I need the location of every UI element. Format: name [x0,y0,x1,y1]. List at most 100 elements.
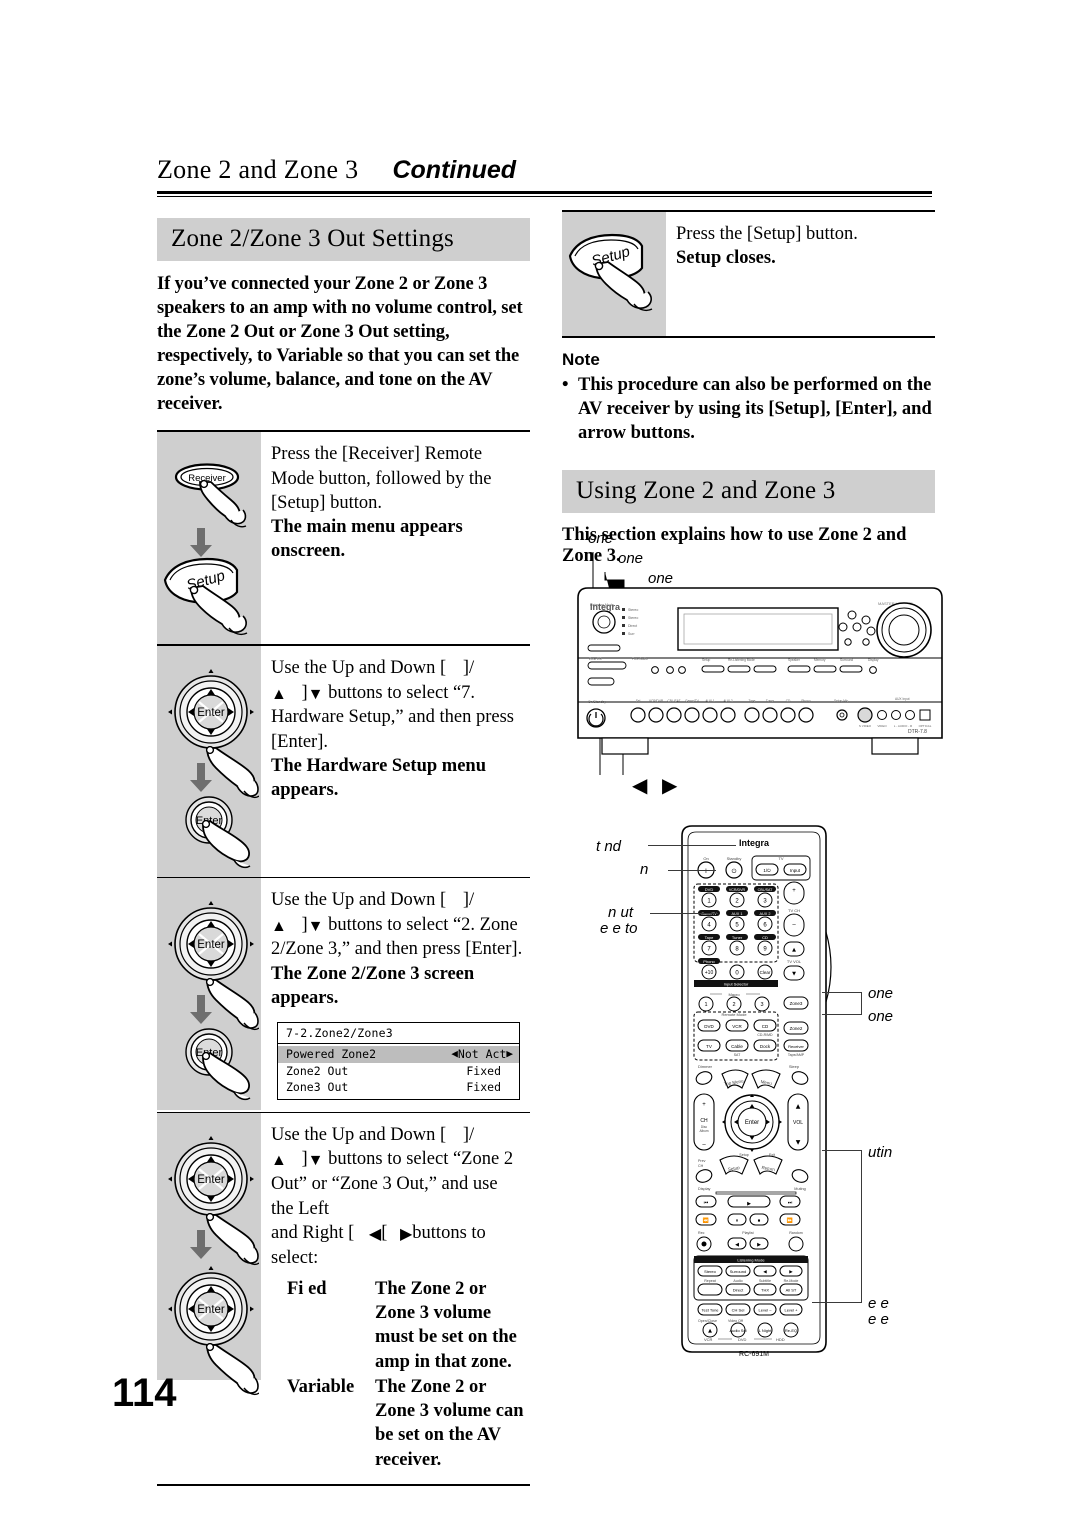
svg-text:DVD: DVD [704,1024,714,1029]
definition-term: Fi ed [287,1279,327,1299]
callout-line-zone-vertical [861,992,862,1014]
svg-text:VCR/DVR: VCR/DVR [729,888,746,892]
osd-row-key: Powered Zone2 [286,1047,377,1062]
step-3-body: Use the Up and Down [ ]/▲ ]▼ buttons to … [261,878,530,1112]
svg-text:Standby: Standby [727,856,742,861]
svg-text:CD: CD [786,699,791,703]
receiver-callout-1: one [588,530,614,547]
osd-screen: 7-2.Zone2/Zone3 Powered Zone2 ◀ Not Act … [277,1022,520,1101]
right-arrow-glyph: ▶ [399,1225,413,1243]
svg-text:VCR: VCR [704,1337,713,1342]
svg-text:Stereo: Stereo [628,616,638,620]
svg-text:THX: THX [761,1288,769,1293]
caret-left-icon[interactable]: ◀ [451,1046,458,1062]
setup-button-icon: Setup [161,554,257,640]
remote-callout-standby: t nd [596,838,622,855]
svg-text:Stereo: Stereo [704,1269,717,1274]
caret-right-icon[interactable]: ▶ [506,1046,513,1062]
svg-text:Tape: Tape [705,935,714,940]
svg-text:Receiver: Receiver [788,1044,804,1049]
step-1-icon-column: Receiver Setup [157,432,261,645]
osd-row-value: Fixed [466,1063,501,1078]
definition-term: Variable [287,1376,355,1397]
step-3-icon-column: Enter [157,878,261,1111]
svg-text:▶: ▶ [747,1201,751,1207]
svg-text:Level –: Level – [759,1308,773,1313]
step-5-icon-column: Setup [562,212,666,336]
down-arrow-icon [189,1230,213,1260]
svg-text:VIDEO: VIDEO [877,724,887,728]
svg-text:Re-EQ: Re-EQ [785,1328,797,1333]
svg-text:TV: TV [706,1044,712,1049]
down-arrow-icon [189,763,213,793]
svg-text:Audio Sel: Audio Sel [729,1328,746,1333]
svg-text:Display: Display [698,1187,711,1191]
right-column: Setup Press the [Setup] button. Setup cl… [562,210,935,567]
osd-row-powered-zone2[interactable]: Powered Zone2 ◀ Not Act ▶ [278,1046,519,1063]
svg-text:TV VOL: TV VOL [787,959,802,964]
svg-text:Input: Input [790,868,801,873]
svg-text:Album: Album [699,1129,708,1133]
svg-text:Zone3: Zone3 [790,1001,803,1006]
osd-row-value: Fixed [466,1079,501,1094]
svg-text:On/Standby: On/Standby [588,700,606,704]
svg-text:▶: ▶ [757,1242,761,1248]
svg-text:Direct: Direct [628,624,637,628]
left-column: Zone 2/Zone 3 Out Settings If you’ve con… [157,218,530,1486]
svg-text:Random: Random [789,1231,803,1235]
svg-text:Re-Listening Mode: Re-Listening Mode [728,658,755,662]
definition-fixed: Fi ed The Zone 2 or Zone 3 volume must b… [287,1277,524,1374]
svg-text:Dimmer: Dimmer [698,1064,713,1069]
callout-line-muting [822,1150,862,1151]
definition-desc: The Zone 2 or Zone 3 volume must be set … [375,1279,517,1372]
svg-text:Test Tone: Test Tone [701,1308,719,1313]
svg-text:HDD: HDD [776,1337,785,1342]
step-4-text-a: Use the Up and Down [ [271,1125,447,1146]
svg-text:+10: +10 [705,970,714,976]
step-5-instruction: Press the [Setup] button. [676,224,858,244]
setup-button-icon: Setup [566,230,662,320]
svg-text:AUX Input: AUX Input [895,697,910,701]
remote-callout-selector: e e to [600,920,638,937]
svg-text:Pure Audio: Pure Audio [632,657,648,661]
svg-text:Macro: Macro [728,992,740,997]
step-3-text-a: Use the Up and Down [ [271,890,447,911]
manual-page: Zone 2 and Zone 3 Continued Zone 2/Zone … [0,0,1080,1528]
svg-text:VOL: VOL [793,1120,803,1126]
definition-list: Fi ed The Zone 2 or Zone 3 volume must b… [271,1277,524,1472]
osd-title: 7-2.Zone2/Zone3 [278,1023,519,1045]
step-row-2: Enter Use the Up and Down []/▲]▼ butto… [157,646,530,879]
remote-control-illustration: Integra On Standby I ⏻ TV 1/⏻ Input DVD … [676,822,836,1362]
svg-text:AUX 1: AUX 1 [705,699,714,703]
right-steps-table: Setup Press the [Setup] button. Setup cl… [562,210,935,338]
svg-text:Rec: Rec [698,1231,705,1235]
step-5-body: Press the [Setup] button. Setup closes. [666,212,935,336]
step-1-body: Press the [Receiver] Remote Mode button,… [261,432,530,644]
remote-callout-input: n ut [608,904,634,921]
svg-text:⏭: ⏭ [788,1200,793,1206]
svg-text:▶: ▶ [789,1270,793,1275]
step-4-instruction-3: select: [271,1247,319,1268]
osd-row-zone2-out[interactable]: Zone2 Out Fixed [278,1063,519,1079]
svg-text:Memory: Memory [814,658,826,662]
osd-row-zone3-out[interactable]: Zone3 Out Fixed [278,1079,519,1095]
page-header: Zone 2 and Zone 3 Continued [157,155,932,197]
svg-text:+: + [792,888,796,894]
step-4-icon-column: Enter Enter [157,1113,261,1396]
svg-text:VCR/DVR: VCR/DVR [649,699,664,703]
svg-text:Tape/AMP: Tape/AMP [788,1053,805,1057]
receiver-callout-3: one [648,570,674,587]
svg-text:Open/Close: Open/Close [698,1319,717,1323]
svg-text:Integra: Integra [739,838,770,848]
page-number: 114 [112,1371,177,1415]
remote-callout-zone3: one [868,985,894,1002]
down-arrow-glyph: ▼ [307,917,324,935]
page-title: Zone 2 and Zone 3 [157,155,359,184]
step-3-result: The Zone 2/Zone 3 screen appears. [271,963,475,1008]
svg-text:Zone 2/3: Zone 2/3 [589,657,602,661]
up-arrow-glyph: ▲ [271,685,287,703]
svg-text:AUX 2: AUX 2 [723,699,732,703]
callout-line-level [812,1302,862,1303]
callout-line-on [668,870,716,871]
svg-text:Tuner: Tuner [732,935,743,940]
